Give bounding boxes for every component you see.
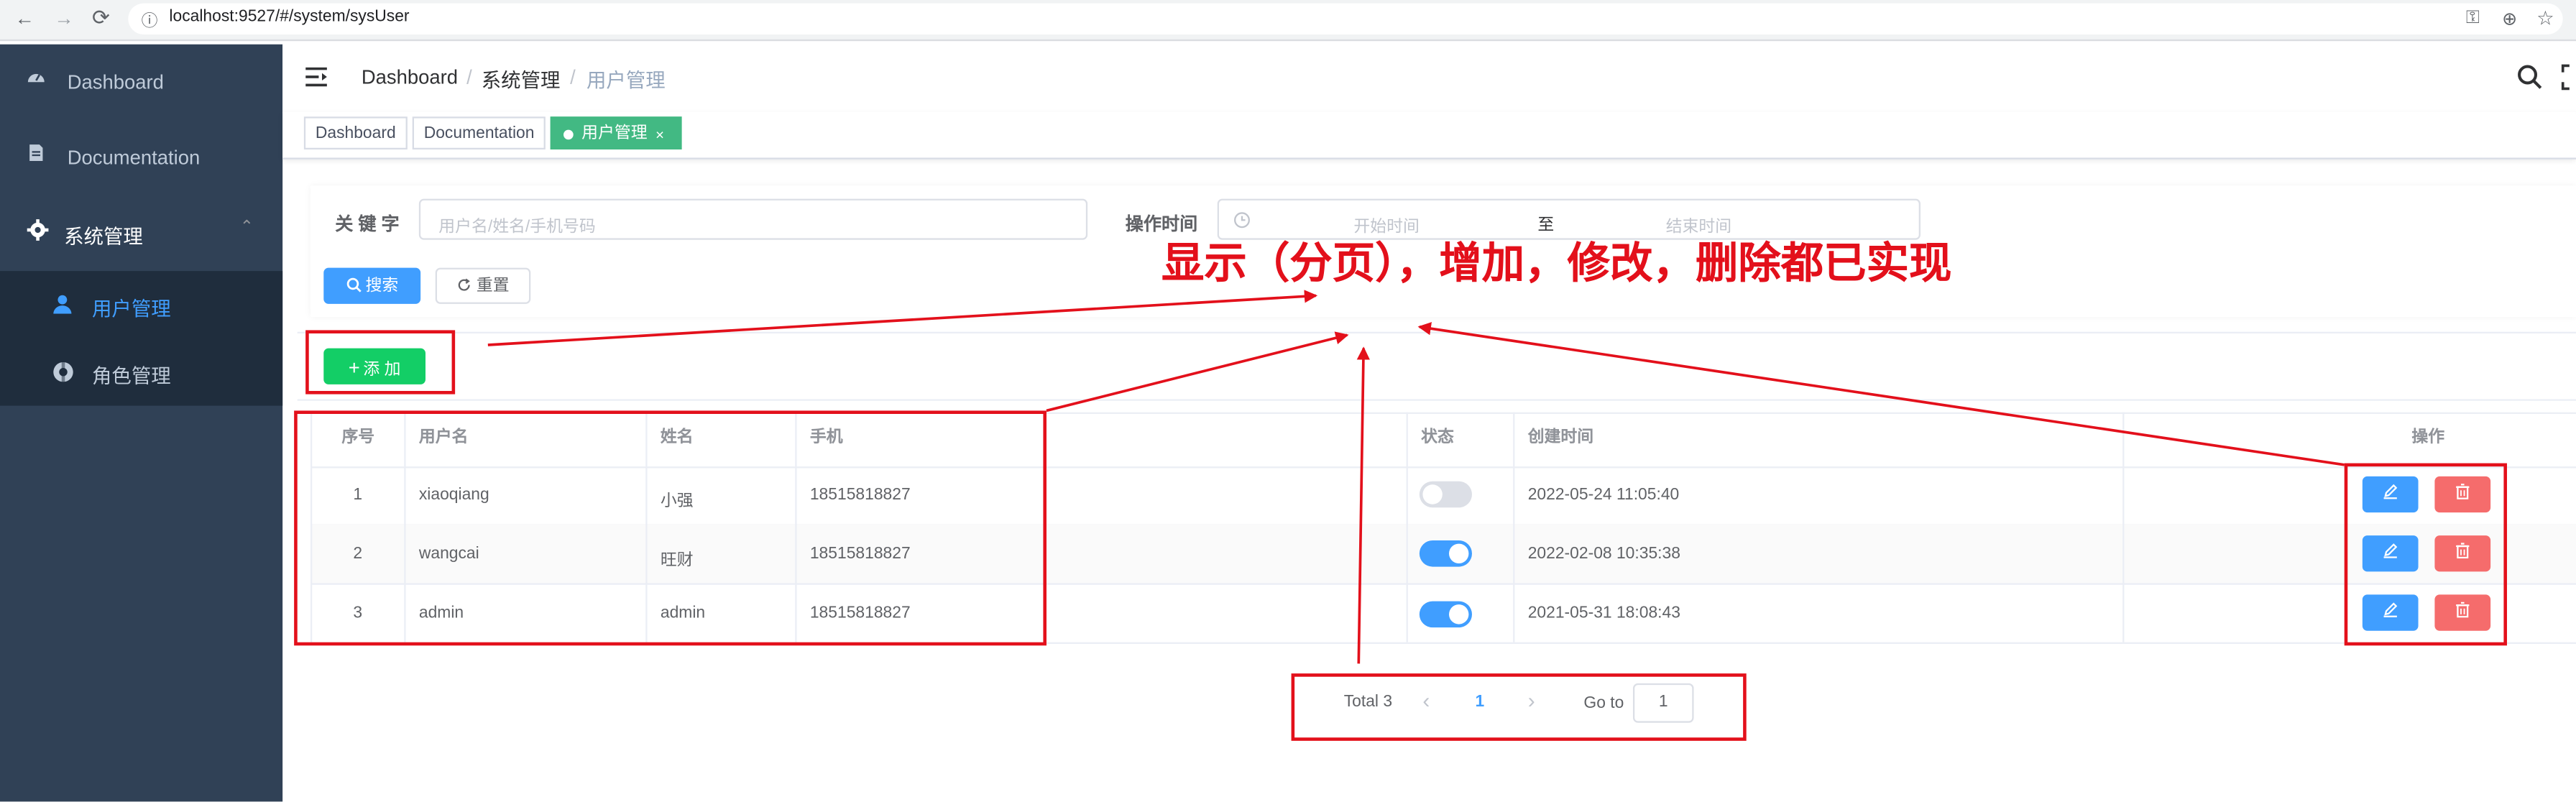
annotation-arrows — [487, 290, 2345, 664]
